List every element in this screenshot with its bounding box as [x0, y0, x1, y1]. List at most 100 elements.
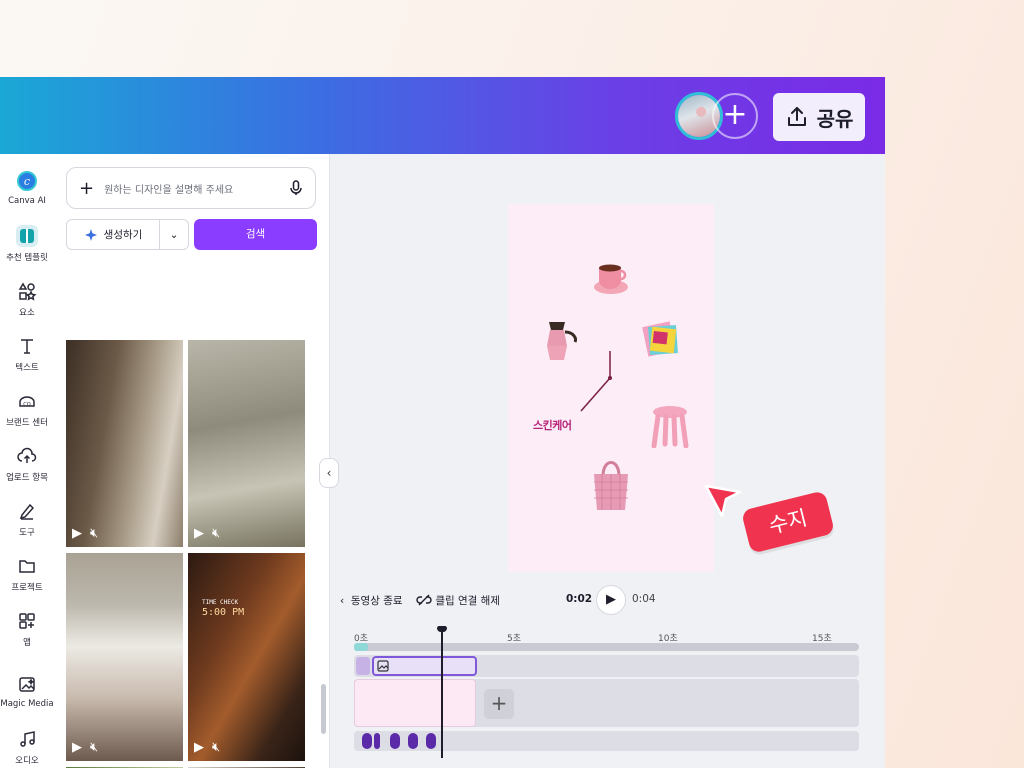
rail-item-audio[interactable]: 오디오 [0, 728, 54, 766]
rail-label: 텍스트 [15, 363, 39, 373]
sparkle-icon [84, 228, 97, 241]
end-video-label: 동영상 종료 [350, 595, 403, 607]
rail-item-canva-ai[interactable]: c Canva AI [0, 170, 54, 206]
templates-icon [16, 225, 38, 247]
audio-icon [20, 731, 35, 747]
timeline-track[interactable] [354, 731, 859, 751]
share-button[interactable]: 공유 [773, 93, 865, 141]
templates-panel: + 원하는 디자인을 설명해 주세요 생성하기 ⌄ 검색 ▶ 🔇︎ ▶ 🔇︎ ▶ 🔇︎… [54, 154, 330, 768]
thumbnail-controls: ▶ 🔇︎ [194, 740, 220, 755]
sticker-clip[interactable] [372, 656, 477, 676]
coffee-cup-sticker[interactable] [593, 258, 629, 296]
collapse-panel-button[interactable]: ‹ [319, 458, 339, 488]
panel-scrollbar[interactable] [321, 684, 326, 734]
mute-icon: 🔇︎ [90, 526, 99, 541]
rail-label: 요소 [19, 308, 35, 318]
upload-icon [17, 447, 37, 463]
add-collaborator-button[interactable]: + [712, 93, 758, 139]
magic-media-icon [19, 677, 35, 692]
template-thumbnail[interactable]: TIME CHECK 5:00 PM ▶ 🔇︎ [188, 553, 305, 761]
play-icon: ▶ [194, 526, 204, 541]
rail-item-apps[interactable]: 앱 [0, 610, 54, 648]
page-clip[interactable] [354, 679, 476, 727]
svg-text:CO: CO [23, 402, 30, 408]
template-thumbnail[interactable]: ▶ 🔇︎ [188, 340, 305, 547]
timeline[interactable]: 0초 5초 10초 15초 [340, 625, 870, 768]
canva-ai-icon: c [17, 171, 37, 191]
share-label: 공유 [816, 106, 854, 131]
rail-item-elements[interactable]: 요소 [0, 280, 54, 318]
clock-hands [580, 351, 612, 412]
left-rail: c Canva AI 추천 템플릿 요소 텍스트 CO 브랜드 센터 업로드 항… [0, 154, 54, 768]
add-page-button[interactable]: + [484, 689, 514, 719]
rail-item-draw[interactable]: 도구 [0, 500, 54, 538]
playback-bar: ‹ 동영상 종료 클립 연결 해제 0:02 ▶ 0:04 [340, 585, 870, 615]
search-button[interactable]: 검색 [194, 219, 317, 250]
unlink-icon [416, 594, 432, 606]
clip-marker[interactable] [356, 657, 370, 675]
stool-sticker[interactable] [650, 404, 690, 448]
image-icon [377, 660, 389, 672]
unlink-clip-button[interactable]: 클립 연결 해제 [416, 593, 500, 608]
end-video-button[interactable]: ‹ 동영상 종료 [340, 593, 403, 608]
rail-label: 앱 [23, 638, 31, 648]
audio-beat-marker[interactable] [362, 733, 372, 749]
timeline-track[interactable] [354, 643, 859, 651]
play-icon: ▶ [72, 740, 82, 755]
current-time: 0:02 [566, 593, 593, 605]
rail-label: Canva AI [8, 196, 46, 206]
unlink-clip-label: 클립 연결 해제 [435, 595, 500, 607]
play-icon: ▶ [72, 526, 82, 541]
apps-icon [19, 613, 35, 629]
chevron-down-icon[interactable]: ⌄ [160, 229, 188, 241]
brand-wordmark[interactable]: 스킨케어 [533, 417, 572, 433]
rail-item-brand[interactable]: CO 브랜드 센터 [0, 390, 54, 428]
collaborator-cursor-icon [704, 484, 742, 518]
generate-label: 생성하기 [103, 229, 143, 241]
folder-icon [19, 560, 35, 573]
text-icon [21, 339, 33, 354]
svg-text:c: c [24, 175, 30, 188]
rail-item-text[interactable]: 텍스트 [0, 335, 54, 373]
elements-icon [18, 282, 37, 301]
rail-label: 도구 [19, 528, 35, 538]
timeline-track[interactable] [354, 679, 859, 727]
thumbnail-controls: ▶ 🔇︎ [72, 526, 98, 541]
plus-icon[interactable]: + [79, 178, 94, 199]
rail-item-templates[interactable]: 추천 템플릿 [0, 225, 54, 263]
mute-icon: 🔇︎ [212, 740, 221, 755]
top-bar: + 공유 [0, 77, 885, 154]
playhead[interactable] [441, 628, 443, 758]
template-thumbnail[interactable]: ▶ 🔇︎ [66, 340, 183, 547]
microphone-icon[interactable] [289, 180, 303, 196]
mute-icon: 🔇︎ [212, 526, 221, 541]
rail-label: 업로드 항목 [6, 473, 48, 483]
brand-icon: CO [19, 396, 35, 408]
rail-label: 프로젝트 [11, 583, 43, 593]
thumbnail-controls: ▶ 🔇︎ [72, 740, 98, 755]
generate-button[interactable]: 생성하기 [67, 220, 160, 249]
audio-beat-marker[interactable] [374, 733, 380, 749]
generate-button-group: 생성하기 ⌄ [66, 219, 189, 250]
share-icon [787, 107, 806, 126]
audio-beat-marker[interactable] [408, 733, 418, 749]
rail-item-magic-media[interactable]: Magic Media [0, 673, 54, 709]
tote-bag-sticker[interactable] [591, 456, 631, 512]
thumbnail-controls: ▶ 🔇︎ [194, 526, 220, 541]
moka-pot-sticker[interactable] [541, 320, 579, 362]
play-button[interactable]: ▶ [596, 585, 626, 615]
mute-icon: 🔇︎ [90, 740, 99, 755]
design-search-input[interactable]: + 원하는 디자인을 설명해 주세요 [66, 167, 316, 209]
rail-item-projects[interactable]: 프로젝트 [0, 555, 54, 593]
books-sticker[interactable] [641, 318, 683, 360]
rail-label: Magic Media [0, 699, 54, 709]
audio-beat-marker[interactable] [390, 733, 400, 749]
rail-label: 추천 템플릿 [6, 253, 48, 263]
search-placeholder: 원하는 디자인을 설명해 주세요 [104, 184, 234, 196]
timeline-track[interactable] [354, 655, 859, 677]
template-thumbnail[interactable]: ▶ 🔇︎ [66, 553, 183, 761]
draw-icon [19, 503, 35, 520]
audio-beat-marker[interactable] [426, 733, 436, 749]
audio-clip[interactable] [354, 643, 368, 651]
rail-item-uploads[interactable]: 업로드 항목 [0, 445, 54, 483]
